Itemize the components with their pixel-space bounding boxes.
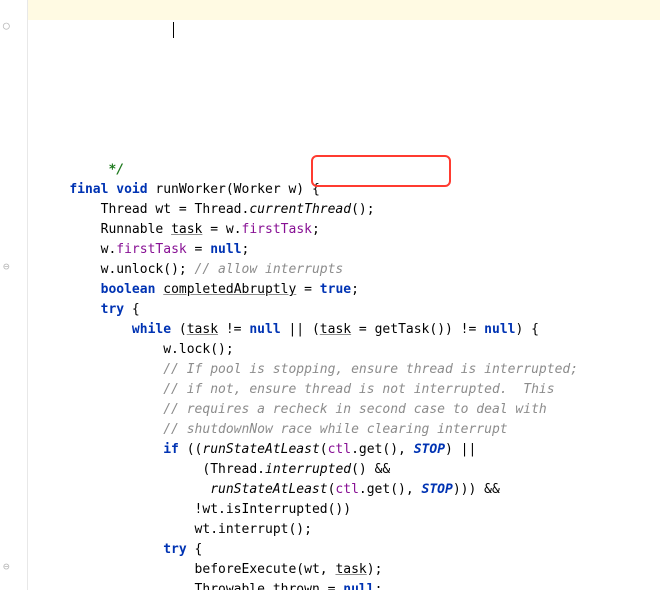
current-line-highlight [28, 0, 660, 20]
gutter-fold-icon[interactable]: ⊖ [3, 561, 15, 573]
code-text: */ final void runWorker(Worker w) { Thre… [38, 160, 660, 590]
gutter-fold-icon[interactable]: ◯ [3, 20, 15, 32]
gutter-fold-icon[interactable]: ⊖ [3, 261, 15, 273]
code-content[interactable]: */ final void runWorker(Worker w) { Thre… [28, 0, 660, 590]
text-caret [173, 22, 174, 38]
editor-gutter: ◯ ⊖ ⊖ [0, 0, 28, 590]
code-editor[interactable]: ◯ ⊖ ⊖ */ final void runWorker(Worker w) { … [0, 0, 660, 590]
